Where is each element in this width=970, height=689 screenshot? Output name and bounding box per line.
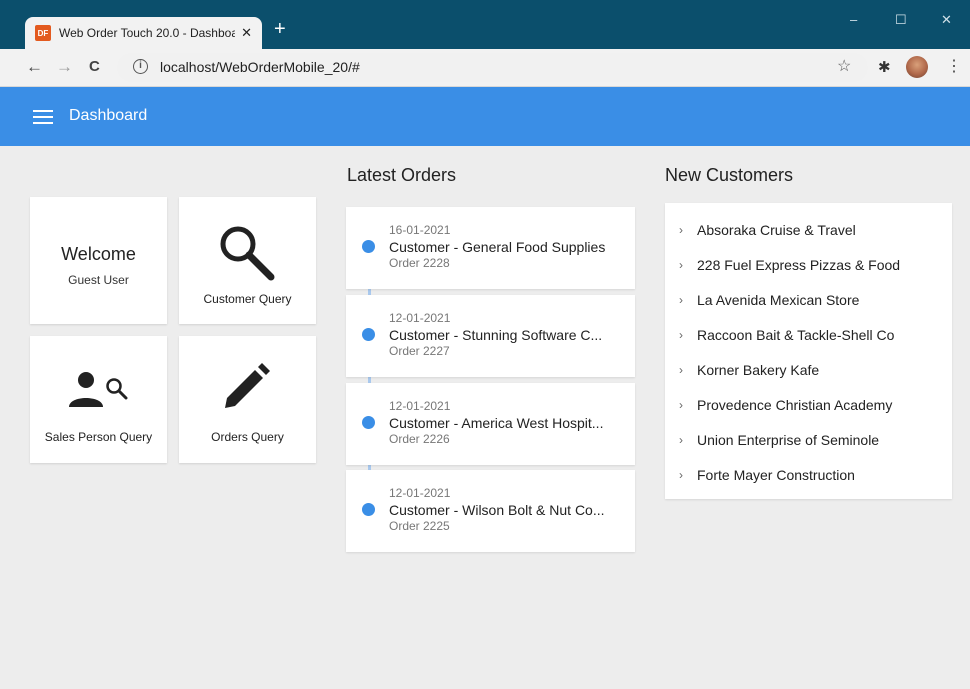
timeline-dot	[362, 503, 375, 516]
customer-list-item[interactable]: › Korner Bakery Kafe	[665, 359, 952, 389]
customer-name: Absoraka Cruise & Travel	[697, 222, 856, 238]
order-customer: Customer - General Food Supplies	[389, 239, 606, 255]
welcome-user: Guest User	[68, 273, 129, 287]
sales-person-query-tile[interactable]: Sales Person Query	[30, 336, 167, 463]
new-tab-button[interactable]: +	[274, 18, 286, 40]
window-close-icon[interactable]: ✕	[941, 12, 952, 28]
tab-title: Web Order Touch 20.0 - Dashboa	[59, 26, 236, 40]
chevron-right-icon: ›	[679, 468, 683, 482]
order-number: Order 2228	[389, 256, 450, 270]
order-card[interactable]: 12-01-2021 Customer - Stunning Software …	[346, 295, 635, 377]
url-text[interactable]: localhost/WebOrderMobile_20/#	[160, 59, 360, 75]
latest-orders-title: Latest Orders	[347, 165, 457, 185]
forward-icon[interactable]: →	[56, 57, 73, 77]
orders-query-label: Orders Query	[211, 430, 284, 444]
customer-list-item[interactable]: › Provedence Christian Academy	[665, 394, 952, 424]
tab-close-icon[interactable]: ✕	[241, 25, 252, 41]
order-date: 16-01-2021	[389, 223, 451, 237]
welcome-title: Welcome	[61, 244, 136, 264]
customer-list-item[interactable]: › Raccoon Bait & Tackle-Shell Co	[665, 324, 952, 354]
favicon-icon: DF	[35, 25, 51, 41]
sales-person-query-label: Sales Person Query	[44, 430, 153, 444]
order-number: Order 2225	[389, 519, 450, 533]
order-customer: Customer - Wilson Bolt & Nut Co...	[389, 502, 605, 518]
customer-list-item[interactable]: › Forte Mayer Construction	[665, 464, 952, 494]
customer-name: Union Enterprise of Seminole	[697, 432, 880, 448]
customer-name: Raccoon Bait & Tackle-Shell Co	[697, 327, 895, 343]
bookmark-star-icon[interactable]: ☆	[837, 56, 851, 76]
customer-list-item[interactable]: › Absoraka Cruise & Travel	[665, 219, 952, 249]
person-search-icon	[69, 372, 128, 407]
customer-name: Korner Bakery Kafe	[697, 362, 820, 378]
minimize-icon[interactable]: –	[850, 12, 857, 27]
order-customer: Customer - Stunning Software C...	[389, 327, 603, 343]
customer-name: 228 Fuel Express Pizzas & Food	[697, 257, 901, 273]
browser-tab[interactable]: DF Web Order Touch 20.0 - Dashboa ✕	[25, 17, 262, 49]
app-header: Dashboard	[0, 87, 970, 146]
chevron-right-icon: ›	[679, 363, 683, 377]
customer-query-label: Customer Query	[203, 292, 292, 306]
order-date: 12-01-2021	[389, 399, 451, 413]
reload-icon[interactable]: C	[89, 57, 100, 77]
customer-query-tile[interactable]: Customer Query	[179, 197, 316, 324]
timeline-dot	[362, 416, 375, 429]
customer-name: Forte Mayer Construction	[697, 467, 855, 483]
chevron-right-icon: ›	[679, 433, 683, 447]
order-customer: Customer - America West Hospit...	[389, 415, 604, 431]
order-date: 12-01-2021	[389, 311, 451, 325]
customer-list-item[interactable]: › Union Enterprise of Seminole	[665, 429, 952, 459]
maximize-icon[interactable]: ☐	[895, 12, 907, 28]
chevron-right-icon: ›	[679, 293, 683, 307]
info-icon[interactable]: i	[133, 59, 148, 74]
order-card[interactable]: 12-01-2021 Customer - Wilson Bolt & Nut …	[346, 470, 635, 552]
pencil-icon	[225, 363, 270, 408]
orders-query-tile[interactable]: Orders Query	[179, 336, 316, 463]
address-bar[interactable]: i localhost/WebOrderMobile_20/# ☆	[117, 53, 868, 82]
order-number: Order 2226	[389, 432, 450, 446]
puzzle-icon[interactable]: ✱	[878, 58, 891, 76]
order-card[interactable]: 12-01-2021 Customer - America West Hospi…	[346, 383, 635, 465]
customer-name: La Avenida Mexican Store	[697, 292, 860, 308]
profile-avatar[interactable]	[906, 56, 928, 78]
chevron-right-icon: ›	[679, 398, 683, 412]
back-icon[interactable]: ←	[26, 57, 43, 77]
chevron-right-icon: ›	[679, 258, 683, 272]
chevron-right-icon: ›	[679, 223, 683, 237]
chevron-right-icon: ›	[679, 328, 683, 342]
timeline-dot	[362, 328, 375, 341]
customer-list-item[interactable]: › 228 Fuel Express Pizzas & Food	[665, 254, 952, 284]
customer-list-item[interactable]: › La Avenida Mexican Store	[665, 289, 952, 319]
browser-toolbar: ← → C i localhost/WebOrderMobile_20/# ☆	[0, 49, 970, 87]
welcome-tile: Welcome Guest User	[30, 197, 167, 324]
hamburger-menu-icon[interactable]	[33, 110, 53, 124]
page-title: Dashboard	[69, 107, 148, 124]
order-number: Order 2227	[389, 344, 450, 358]
customer-name: Provedence Christian Academy	[697, 397, 893, 413]
search-icon	[220, 226, 275, 281]
order-card[interactable]: 16-01-2021 Customer - General Food Suppl…	[346, 207, 635, 289]
browser-tab-bar: DF Web Order Touch 20.0 - Dashboa ✕ + – …	[0, 0, 970, 49]
new-customers-list: › Absoraka Cruise & Travel › 228 Fuel Expr…	[665, 203, 952, 499]
order-date: 12-01-2021	[389, 486, 451, 500]
browser-menu-icon[interactable]: ⋮	[946, 56, 962, 76]
timeline-dot	[362, 240, 375, 253]
new-customers-title: New Customers	[665, 165, 794, 185]
